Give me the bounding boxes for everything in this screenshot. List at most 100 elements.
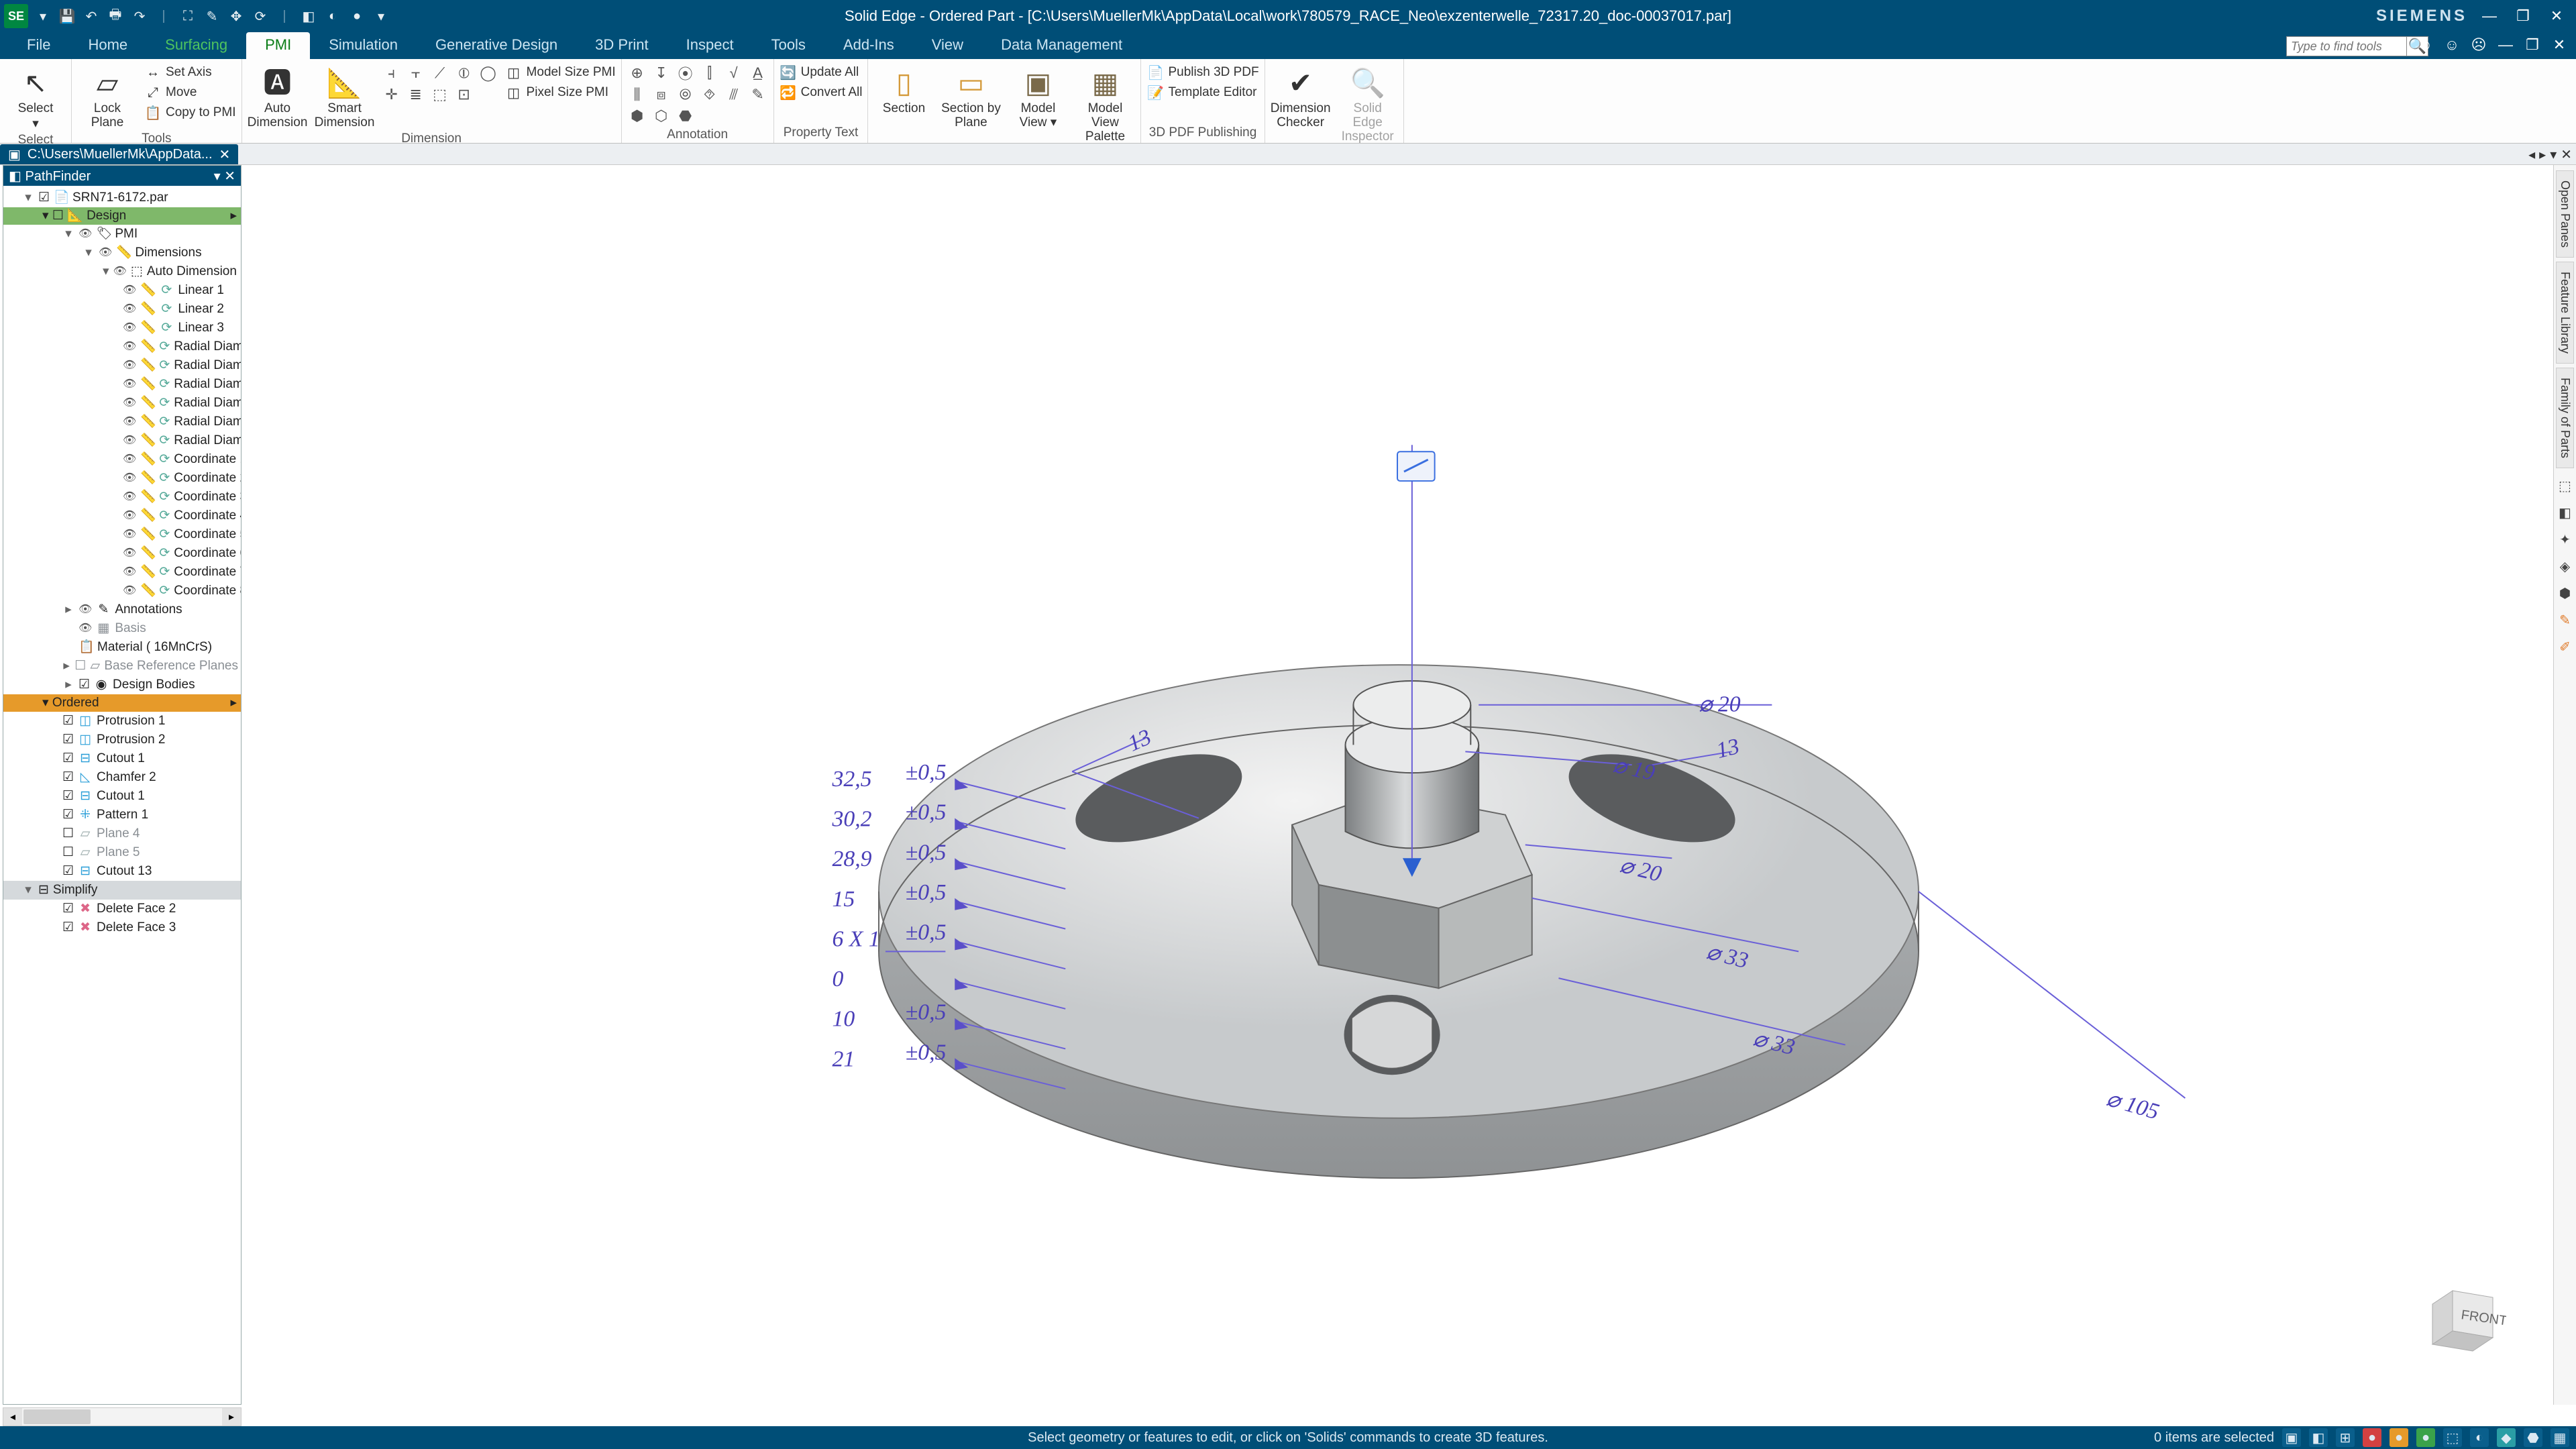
- app-logo[interactable]: SE: [4, 4, 28, 28]
- section-button[interactable]: ▯Section: [873, 63, 934, 116]
- annot-5[interactable]: √: [724, 63, 744, 83]
- tree-dim-item[interactable]: 👁📏⟳Radial Diameter: [3, 413, 241, 431]
- tree-dim-item[interactable]: 👁📏⟳Coordinate 1: [3, 450, 241, 469]
- rdock-tool-1[interactable]: ⬚: [2556, 476, 2575, 495]
- annot-10[interactable]: ⯑: [700, 85, 720, 105]
- move-button[interactable]: ⤢Move: [144, 83, 236, 102]
- new-icon[interactable]: ▾: [34, 7, 52, 25]
- tab-3dprint[interactable]: 3D Print: [576, 32, 667, 59]
- tree-dim-item[interactable]: 👁📏⟳Coordinate 5: [3, 525, 241, 544]
- publish-pdf-button[interactable]: 📄Publish 3D PDF: [1146, 63, 1258, 82]
- status-btn-2[interactable]: ◧: [2309, 1428, 2328, 1447]
- tab-tools[interactable]: Tools: [753, 32, 824, 59]
- auto-dim-button[interactable]: 🅰Auto Dimension: [248, 63, 308, 130]
- rdock-tool-3[interactable]: ✦: [2556, 530, 2575, 549]
- tree-ordered-item[interactable]: ☑⊟Cutout 13: [3, 862, 241, 881]
- annot-7[interactable]: ⫼: [627, 85, 647, 105]
- pathfinder-title-bar[interactable]: ◧ PathFinder ▾ ✕: [3, 166, 241, 186]
- document-tab[interactable]: ▣ C:\Users\MuellerMk\AppData... ✕: [0, 144, 238, 164]
- tab-data-mgmt[interactable]: Data Management: [982, 32, 1141, 59]
- ribbon-close-icon[interactable]: ✕: [2549, 35, 2569, 55]
- dim-checker-button[interactable]: ✔Dimension Checker: [1271, 63, 1331, 130]
- tree-root[interactable]: ▾☑📄SRN71-6172.par: [3, 189, 241, 207]
- pathfinder-hscroll[interactable]: ◂ ▸: [3, 1407, 241, 1426]
- dimensions-node[interactable]: ▾👁📏Dimensions: [3, 244, 241, 262]
- pan-icon[interactable]: ✥: [227, 7, 246, 25]
- rdock-tool-5[interactable]: ⬢: [2556, 584, 2575, 602]
- tab-view[interactable]: View: [913, 32, 982, 59]
- annot-13[interactable]: ⬢: [627, 106, 647, 126]
- zoom-fit-icon[interactable]: ⛶: [178, 7, 197, 25]
- annot-14[interactable]: ⬡: [651, 106, 672, 126]
- tab-open-panes[interactable]: Open Panes: [2556, 170, 2574, 258]
- doc-menu-icon[interactable]: ▾: [2550, 146, 2557, 163]
- tree-dim-item[interactable]: 👁📏⟳Radial Diameter: [3, 337, 241, 356]
- tab-file[interactable]: File: [0, 32, 69, 59]
- tab-feature-library[interactable]: Feature Library: [2556, 262, 2574, 364]
- ref-planes-node[interactable]: ▸☐▱Base Reference Planes: [3, 657, 241, 676]
- pf-pin-icon[interactable]: ▾: [214, 169, 221, 184]
- rotate-icon[interactable]: ⟳: [251, 7, 270, 25]
- tab-inspect[interactable]: Inspect: [667, 32, 753, 59]
- tree-dim-item[interactable]: 👁📏⟳Linear 2: [3, 300, 241, 319]
- close-document-icon[interactable]: ✕: [219, 146, 231, 163]
- pathfinder-tree[interactable]: ▾☑📄SRN71-6172.par ▾ ☐ 📐 Design▸ ▾👁🏷PMI ▾…: [3, 186, 241, 1404]
- annot-8[interactable]: ⧈: [651, 85, 672, 105]
- annot-3[interactable]: ⦿: [676, 63, 696, 83]
- select-button[interactable]: ↖ Select▾: [5, 63, 66, 131]
- annot-15[interactable]: ⬣: [676, 106, 696, 126]
- annot-11[interactable]: ⫻: [724, 85, 744, 105]
- simplify-header[interactable]: ▾⊟Simplify: [3, 881, 241, 900]
- tab-pmi[interactable]: PMI: [246, 32, 310, 59]
- search-input[interactable]: [2286, 36, 2407, 56]
- status-btn-7[interactable]: ◐: [2470, 1428, 2489, 1447]
- feedback-neutral-icon[interactable]: ☺: [2442, 35, 2462, 55]
- tree-ordered-item[interactable]: ☑◫Protrusion 1: [3, 712, 241, 731]
- dim-tool-8[interactable]: ⬚: [430, 85, 450, 105]
- design-header[interactable]: ▾ ☐ 📐 Design▸: [3, 207, 241, 225]
- annot-4[interactable]: ⫿: [700, 63, 720, 83]
- rdock-tool-4[interactable]: ◈: [2556, 557, 2575, 576]
- tree-ordered-item[interactable]: ☑◺Chamfer 2: [3, 768, 241, 787]
- convert-all-button[interactable]: 🔁Convert All: [780, 83, 863, 102]
- tab-generative[interactable]: Generative Design: [417, 32, 576, 59]
- tree-dim-item[interactable]: 👁📏⟳Radial Diameter: [3, 356, 241, 375]
- dim-tool-1[interactable]: ⫞: [382, 63, 402, 83]
- section-by-plane-button[interactable]: ▭Section by Plane: [941, 63, 1001, 130]
- status-btn-6[interactable]: ⬚: [2443, 1428, 2462, 1447]
- annot-2[interactable]: ↧: [651, 63, 672, 83]
- restore-button[interactable]: ❐: [2512, 5, 2534, 28]
- status-btn-1[interactable]: ▣: [2282, 1428, 2301, 1447]
- model-view-button[interactable]: ▣Model View ▾: [1008, 63, 1068, 130]
- tree-ordered-item[interactable]: ☑⊟Cutout 1: [3, 787, 241, 806]
- model-view-palette-button[interactable]: ▦Model View Palette: [1075, 63, 1135, 144]
- minimize-button[interactable]: —: [2478, 5, 2501, 28]
- status-btn-teal[interactable]: ◆: [2497, 1428, 2516, 1447]
- tree-ordered-item[interactable]: ☑⊟Cutout 1: [3, 749, 241, 768]
- tab-home[interactable]: Home: [69, 32, 146, 59]
- smart-dim-button[interactable]: 📐Smart Dimension: [315, 63, 375, 130]
- doc-close-all-icon[interactable]: ✕: [2561, 146, 2572, 163]
- tab-family-parts[interactable]: Family of Parts: [2556, 368, 2574, 468]
- model-size-pmi-button[interactable]: ◫Model Size PMI: [505, 63, 616, 82]
- dim-tool-4[interactable]: ⦶: [454, 63, 474, 83]
- tree-dim-item[interactable]: 👁📏⟳Coordinate 3: [3, 488, 241, 506]
- view-icon[interactable]: ◧: [299, 7, 318, 25]
- tree-dim-item[interactable]: 👁📏⟳Coordinate 6: [3, 544, 241, 563]
- pf-close-icon[interactable]: ✕: [224, 169, 235, 184]
- scroll-left-icon[interactable]: ◂: [3, 1408, 22, 1426]
- tree-dim-item[interactable]: 👁📏⟳Linear 1: [3, 281, 241, 300]
- lock-plane-button[interactable]: ▱ Lock Plane: [77, 63, 138, 130]
- rdock-tool-7[interactable]: ✐: [2556, 637, 2575, 656]
- sketch-icon[interactable]: ✎: [203, 7, 221, 25]
- tree-simplify-item[interactable]: ☑✖Delete Face 3: [3, 918, 241, 937]
- feedback-sad-icon[interactable]: ☹: [2469, 35, 2489, 55]
- rdock-tool-6[interactable]: ✎: [2556, 610, 2575, 629]
- ribbon-min-icon[interactable]: —: [2496, 35, 2516, 55]
- doc-prev-icon[interactable]: ◂: [2528, 146, 2535, 163]
- annot-6[interactable]: A̲: [748, 63, 768, 83]
- tab-simulation[interactable]: Simulation: [310, 32, 417, 59]
- tree-ordered-item[interactable]: ☐▱Plane 4: [3, 824, 241, 843]
- design-bodies-node[interactable]: ▸☑◉Design Bodies: [3, 676, 241, 694]
- tree-dim-item[interactable]: 👁📏⟳Coordinate 8: [3, 582, 241, 600]
